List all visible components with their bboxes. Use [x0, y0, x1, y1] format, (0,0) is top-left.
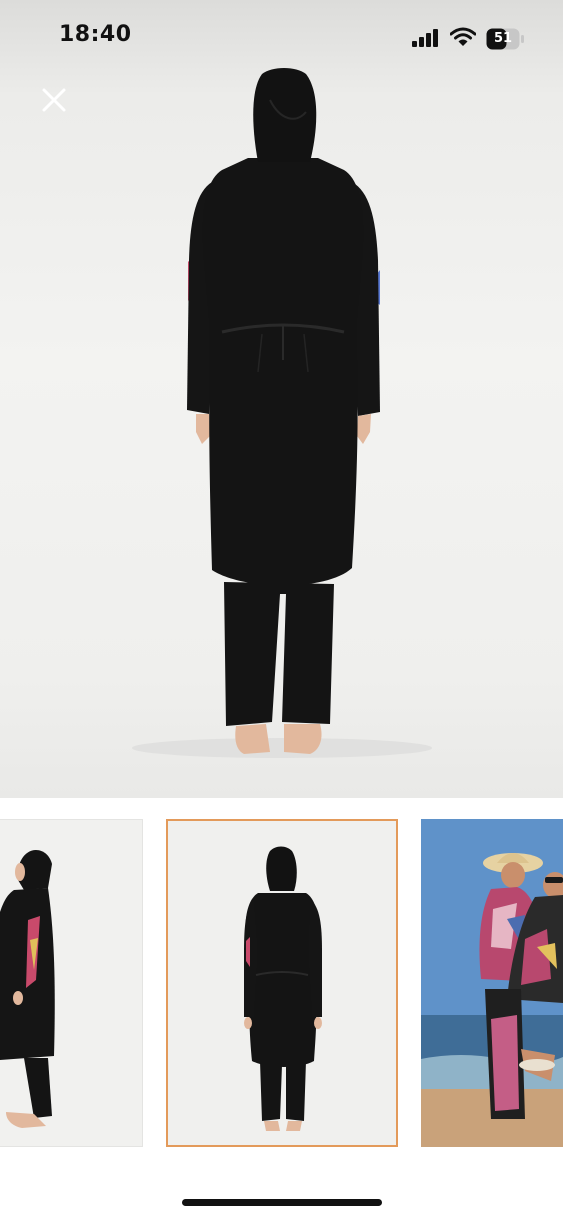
signal-icon — [412, 29, 438, 47]
status-time: 18:40 — [59, 22, 132, 47]
model-back-view-illustration — [132, 68, 432, 758]
thumbnail-2-selected[interactable] — [166, 819, 398, 1147]
thumbnail-side-view-image — [0, 850, 55, 1128]
battery-level: 51 — [493, 31, 513, 46]
thumbnail-3[interactable] — [421, 819, 563, 1147]
thumbnail-beach-image — [421, 819, 563, 1147]
status-bar: 18:40 51 — [0, 0, 563, 76]
thumbnail-back-view-image — [244, 846, 322, 1131]
home-indicator — [182, 1199, 382, 1206]
close-button[interactable] — [36, 82, 72, 118]
main-product-image — [0, 0, 563, 798]
close-icon — [42, 88, 66, 112]
thumbnail-strip — [0, 798, 563, 1178]
thumbnail-1[interactable] — [0, 819, 143, 1147]
wifi-icon — [450, 27, 476, 46]
